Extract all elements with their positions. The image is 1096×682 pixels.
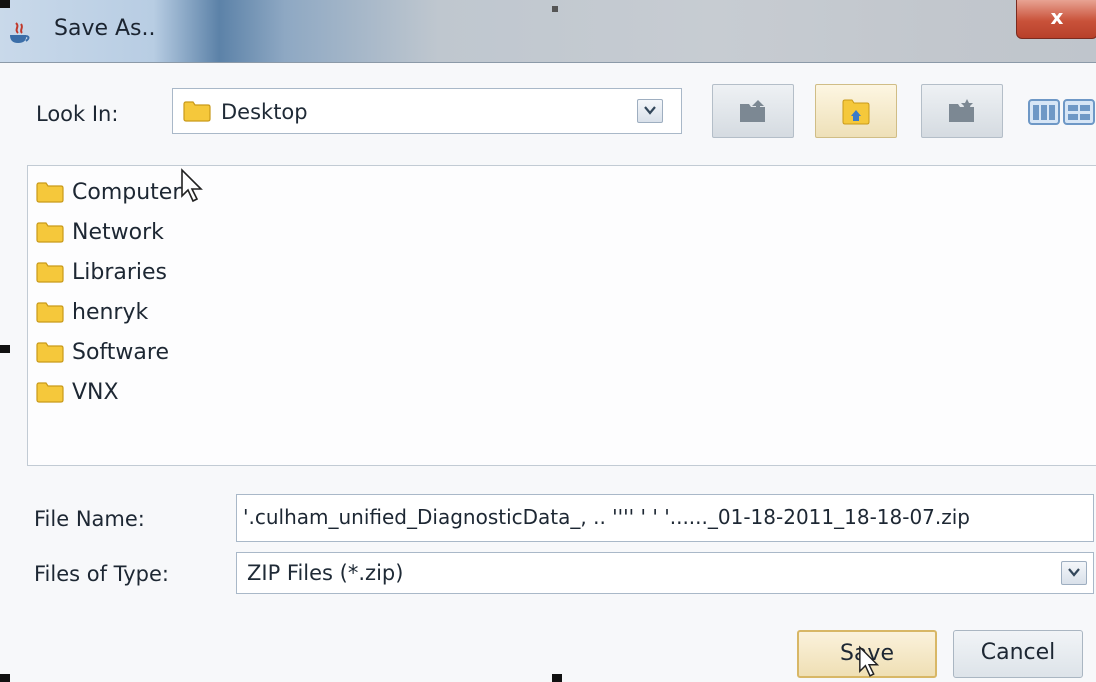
list-item[interactable]: Software [36,334,169,370]
list-item[interactable]: VNX [36,374,119,410]
file-type-label: Files of Type: [34,562,169,586]
file-type-value: ZIP Files (*.zip) [247,561,404,585]
list-view-icon[interactable] [1028,97,1096,127]
mouse-cursor-icon [859,645,880,677]
chevron-down-icon[interactable] [1061,561,1087,585]
list-item[interactable]: Libraries [36,254,167,290]
file-name-label: File Name: [34,507,145,531]
view-toggle[interactable] [1028,97,1096,131]
file-name-field[interactable]: '.culham_unified_DiagnosticData_, .. '''… [236,494,1094,542]
look-in-value: Desktop [221,100,308,124]
home-folder-icon [842,99,870,125]
folder-icon [36,382,64,403]
new-folder-icon [949,99,974,122]
look-in-dropdown[interactable]: Desktop [172,88,682,134]
folder-icon [36,262,64,283]
selection-handle [0,0,10,8]
list-item[interactable]: Computer [36,174,181,210]
close-button[interactable]: x [1016,0,1096,39]
list-item-label: VNX [72,379,119,405]
folder-icon [36,342,64,363]
chevron-down-icon[interactable] [637,99,663,123]
home-button[interactable] [815,84,897,138]
list-item-label: Software [72,339,169,365]
folder-icon [36,222,64,243]
window-title: Save As.. [54,16,156,41]
resize-grip [552,6,558,12]
java-app-icon [10,22,30,43]
list-item-label: Computer [72,179,182,205]
selection-handle [552,674,562,682]
look-in-label: Look In: [36,102,119,126]
cancel-button[interactable]: Cancel [953,630,1083,678]
file-list[interactable]: Computer Network Libraries henryk Softwa… [27,165,1096,466]
mouse-cursor-icon [181,168,203,203]
folder-icon [183,101,211,122]
selection-handle [0,345,10,353]
selection-handle [0,674,10,682]
up-one-level-button[interactable] [712,84,794,138]
file-type-dropdown[interactable]: ZIP Files (*.zip) [236,552,1094,594]
new-folder-button[interactable] [921,84,1003,138]
folder-icon [36,302,64,323]
title-bar[interactable]: Save As.. x [0,0,1096,63]
list-item-label: Libraries [72,259,168,285]
list-item-label: Network [72,219,164,245]
folder-icon [36,182,64,203]
list-item-label: henryk [72,299,149,325]
list-item[interactable]: henryk [36,294,148,330]
list-item[interactable]: Network [36,214,164,250]
up-folder-icon [740,100,765,122]
